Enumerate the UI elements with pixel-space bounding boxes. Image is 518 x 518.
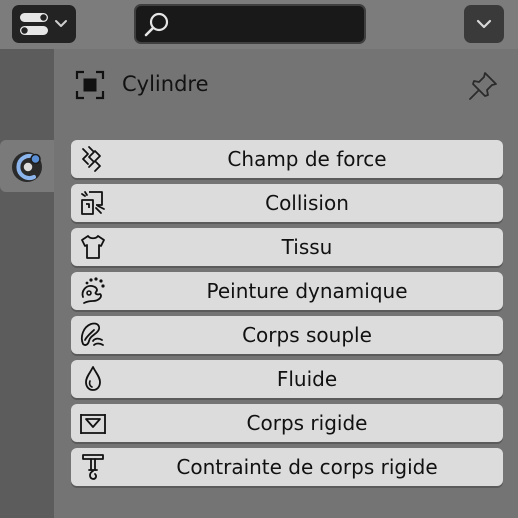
rigid-body-constraint-label: Contrainte de corps rigide [176,455,438,479]
pin-icon[interactable] [466,69,500,103]
soft-body-icon [80,322,104,346]
properties-editor-icon [20,13,67,35]
collision-label: Collision [265,191,349,215]
rigid-body-constraint-icon [82,454,104,480]
rigid-body-icon [80,414,106,434]
search-icon [144,12,169,37]
force-field-button[interactable]: Champ de force [71,140,503,178]
dynamic-paint-icon [81,277,105,304]
physics-icon [12,152,42,182]
cloth-button[interactable]: Tissu [71,228,503,266]
collision-icon [81,191,105,215]
soft-body-label: Corps souple [242,323,372,347]
editor-type-button[interactable] [12,5,76,43]
force-field-icon [82,146,101,172]
fluid-button[interactable]: Fluide [71,360,503,398]
object-name: Cylindre [122,72,209,96]
chevron-down-icon [476,19,492,29]
cloth-icon [81,235,105,259]
collision-button[interactable]: Collision [71,184,503,222]
search-field[interactable] [134,4,366,44]
rigid-body-button[interactable]: Corps rigide [71,404,503,442]
properties-header [0,0,518,49]
properties-tab-strip [0,49,54,518]
cloth-label: Tissu [281,235,333,259]
object-icon [75,70,105,100]
dynamic-paint-label: Peinture dynamique [206,279,408,303]
dynamic-paint-button[interactable]: Peinture dynamique [71,272,503,310]
tab-physics[interactable] [0,140,54,192]
rigid-body-constraint-button[interactable]: Contrainte de corps rigide [71,448,503,486]
fluid-label: Fluide [276,367,338,391]
rigid-body-label: Corps rigide [246,411,368,435]
physics-properties-panel: Cylindre Champ de force Collision Tissu … [54,49,518,518]
soft-body-button[interactable]: Corps souple [71,316,503,354]
fluid-icon [85,366,101,391]
object-header: Cylindre [54,49,518,125]
force-field-label: Champ de force [227,147,387,171]
header-menu-button[interactable] [464,5,504,43]
